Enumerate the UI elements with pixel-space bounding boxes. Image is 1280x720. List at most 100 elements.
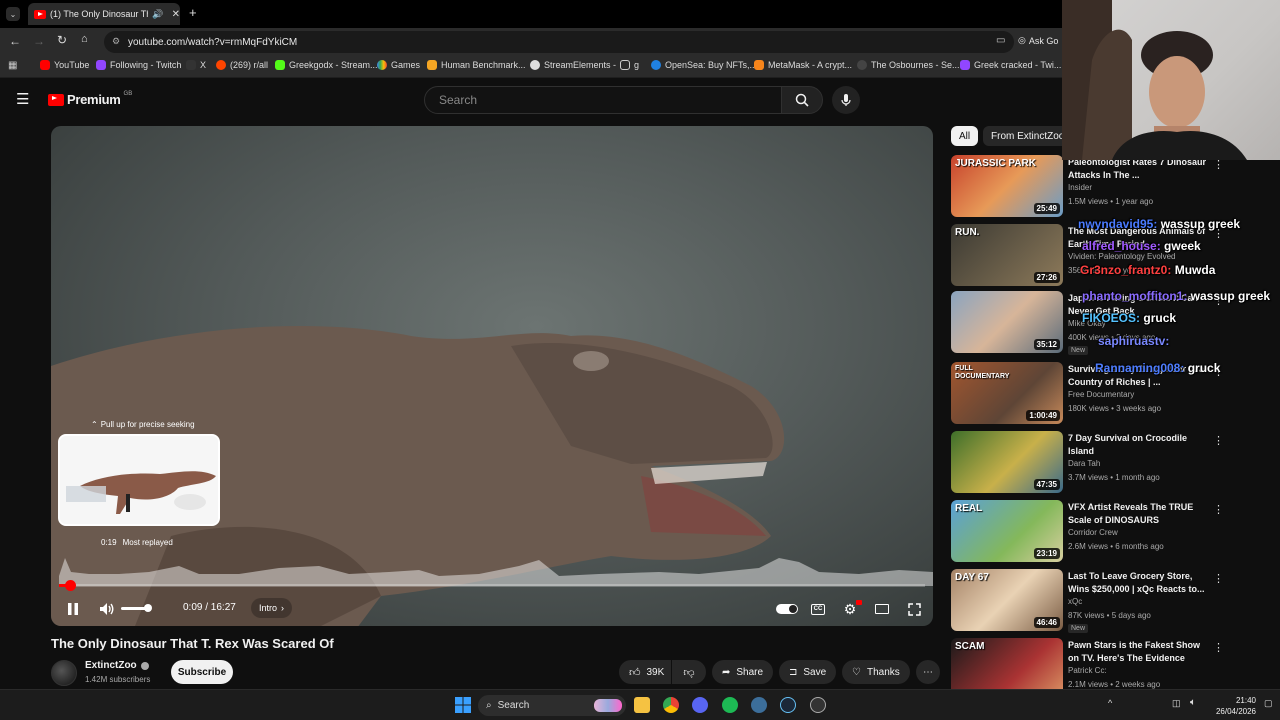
chrome-icon[interactable] [663, 697, 679, 713]
discord-icon[interactable] [692, 697, 708, 713]
apps-grid-icon[interactable]: ▦ [8, 60, 17, 71]
fullscreen-button[interactable] [904, 600, 924, 618]
search-button[interactable] [781, 86, 823, 114]
bookmark-greek-cracked[interactable]: Greek cracked - Twi... [960, 60, 1061, 70]
recommendation-channel[interactable]: Dara Tah [1068, 459, 1100, 468]
address-bar[interactable]: ⚙ youtube.com/watch?v=rmMqFdYkiCM [104, 31, 1014, 53]
video-thumbnail[interactable]: DAY 67 46:46 [951, 569, 1063, 631]
chip-from-channel[interactable]: From ExtinctZoo [983, 126, 1073, 146]
volume-slider[interactable] [121, 604, 152, 612]
bookmark-opensea[interactable]: OpenSea: Buy NFTs,... [651, 60, 757, 70]
like-button[interactable]: 👍︎ 39K [619, 660, 671, 684]
taskbar-search-label: Search [497, 700, 530, 711]
more-vert-icon[interactable]: ⋮ [1213, 572, 1224, 585]
chip-all[interactable]: All [951, 126, 979, 146]
steam-icon[interactable] [780, 697, 796, 713]
video-thumbnail[interactable]: 47:35 [951, 431, 1063, 493]
bookmark-youtube[interactable]: YouTube [40, 60, 89, 70]
progress-bar-track[interactable] [59, 580, 925, 591]
share-button[interactable]: ➦ Share [712, 660, 774, 684]
recommendation-item[interactable]: REAL 23:19 VFX Artist Reveals The TRUE Sca… [951, 500, 1263, 564]
pause-button[interactable] [63, 600, 83, 618]
video-player[interactable]: ⌃ Pull up for precise seeking 0:19 Most … [51, 126, 933, 626]
bookmark-human-benchmark[interactable]: Human Benchmark... [427, 60, 526, 70]
more-vert-icon[interactable]: ⋮ [1213, 434, 1224, 447]
subtitles-button[interactable]: CC [808, 600, 828, 618]
ask-google-button[interactable]: ◎ Ask Go [1018, 35, 1058, 46]
voice-search-button[interactable] [832, 86, 860, 114]
dislike-button[interactable]: 👎︎ [672, 660, 706, 684]
bookmark-x[interactable]: X [186, 60, 206, 70]
recommendation-title[interactable]: Pawn Stars is the Fakest Show on TV. Her… [1068, 639, 1208, 665]
bookmark-games[interactable]: Games [377, 60, 420, 70]
volume-knob[interactable] [144, 604, 152, 612]
site-info-icon[interactable]: ⚙ [112, 36, 120, 47]
home-icon[interactable]: ⌂ [81, 33, 88, 45]
bookmark-metamask[interactable]: MetaMask - A crypt... [754, 60, 852, 70]
speaker-icon[interactable]: 🔊 [152, 9, 163, 20]
cast-icon[interactable]: ▭ [996, 35, 1005, 46]
file-explorer-icon[interactable] [634, 697, 650, 713]
video-thumbnail[interactable]: FULL DOCUMENTARY 1:00:49 [951, 362, 1063, 424]
youtube-premium-logo[interactable]: Premium GB [48, 91, 132, 107]
channel-name-row[interactable]: ExtinctZoo [85, 660, 149, 671]
thanks-button[interactable]: ♡ Thanks [842, 660, 910, 684]
recommendation-channel[interactable]: Insider [1068, 183, 1092, 192]
recommendation-item[interactable]: DAY 67 46:46 Last To Leave Grocery Store, … [951, 569, 1263, 633]
video-thumbnail[interactable]: JURASSIC PARK 25:49 [951, 155, 1063, 217]
more-actions-button[interactable]: ⋯ [916, 660, 940, 684]
hamburger-menu-icon[interactable]: ☰ [16, 90, 29, 108]
obs-icon[interactable] [810, 697, 826, 713]
recommendation-channel[interactable]: Corridor Crew [1068, 528, 1118, 537]
app-c-icon[interactable] [751, 697, 767, 713]
recommendation-channel[interactable]: Patrick Cc: [1068, 666, 1107, 675]
save-button[interactable]: ⊐ Save [779, 660, 837, 684]
bookmark-twitch[interactable]: Following - Twitch [96, 60, 181, 70]
video-thumbnail[interactable]: RUN. 27:26 [951, 224, 1063, 286]
speaker-tray-icon[interactable]: 🔈︎ [1190, 697, 1196, 708]
recommendation-title[interactable]: VFX Artist Reveals The TRUE Scale of DIN… [1068, 501, 1208, 527]
taskbar-search[interactable]: ⌕ Search [478, 695, 626, 716]
recommendation-item[interactable]: RUN. 27:26 The Most Dangerous Animals of E… [951, 224, 1263, 288]
forward-icon[interactable]: → [33, 34, 45, 48]
more-vert-icon[interactable]: ⋮ [1213, 503, 1224, 516]
clock[interactable]: 21:40 26/04/2026 [1210, 695, 1256, 717]
back-icon[interactable]: ← [9, 34, 21, 48]
bookmark-greekgodx[interactable]: Greekgodx - Stream... [275, 60, 378, 70]
video-thumbnail[interactable]: 35:12 [951, 291, 1063, 353]
bookmark-reddit[interactable]: (269) r/all [216, 60, 268, 70]
network-icon[interactable]: ◫ [1172, 698, 1181, 709]
recommendation-channel[interactable]: Vividen: Paleontology Evolved [1068, 252, 1175, 261]
windows-start-icon[interactable] [455, 697, 471, 713]
recommendation-item[interactable]: 47:35 7 Day Survival on Crocodile Island D… [951, 431, 1263, 495]
recommendation-title[interactable]: Last To Leave Grocery Store, Wins $250,0… [1068, 570, 1208, 596]
channel-avatar[interactable] [51, 660, 77, 686]
bookmark-osbournes[interactable]: The Osbournes - Se... [857, 60, 960, 70]
spotify-icon[interactable] [722, 697, 738, 713]
tray-chevron-icon[interactable]: ^ [1108, 698, 1112, 708]
progress-scrubber[interactable] [64, 580, 76, 591]
recommendation-channel[interactable]: Free Documentary [1068, 390, 1134, 399]
mute-button[interactable] [97, 600, 117, 618]
chapter-button[interactable]: Intro › [251, 598, 293, 618]
tab-search-icon[interactable]: ⌄ [6, 7, 20, 21]
more-vert-icon[interactable]: ⋮ [1213, 641, 1224, 654]
bookmark-folder-g[interactable]: g [620, 60, 639, 70]
close-tab-icon[interactable]: ✕ [172, 9, 180, 20]
notifications-icon[interactable]: ▢ [1264, 698, 1273, 709]
autoplay-toggle[interactable] [775, 600, 799, 618]
recommendation-title[interactable]: 7 Day Survival on Crocodile Island [1068, 432, 1208, 458]
windows-taskbar: ⌕ Search ^ ◫ 🔈︎ 21:40 26/04/2026 ▢ [0, 689, 1280, 720]
video-thumbnail[interactable]: REAL 23:19 [951, 500, 1063, 562]
settings-button[interactable]: ⚙ [840, 600, 862, 618]
new-tab-icon[interactable]: + [189, 5, 197, 20]
browser-tab-active[interactable]: (1) The Only Dinosaur That 🔊 ✕ [28, 3, 180, 25]
search-input[interactable]: Search [424, 86, 782, 114]
chat-message: Rannaming008: gruck [1095, 361, 1220, 375]
recommendation-item[interactable]: JURASSIC PARK 25:49 Paleontologist Rates 7… [951, 155, 1263, 219]
recommendation-channel[interactable]: xQc [1068, 597, 1082, 606]
reload-icon[interactable]: ↻ [57, 33, 67, 47]
theater-mode-button[interactable] [872, 600, 892, 618]
subscribe-button[interactable]: Subscribe [171, 660, 233, 684]
bookmark-streamelements[interactable]: StreamElements - [530, 60, 616, 70]
